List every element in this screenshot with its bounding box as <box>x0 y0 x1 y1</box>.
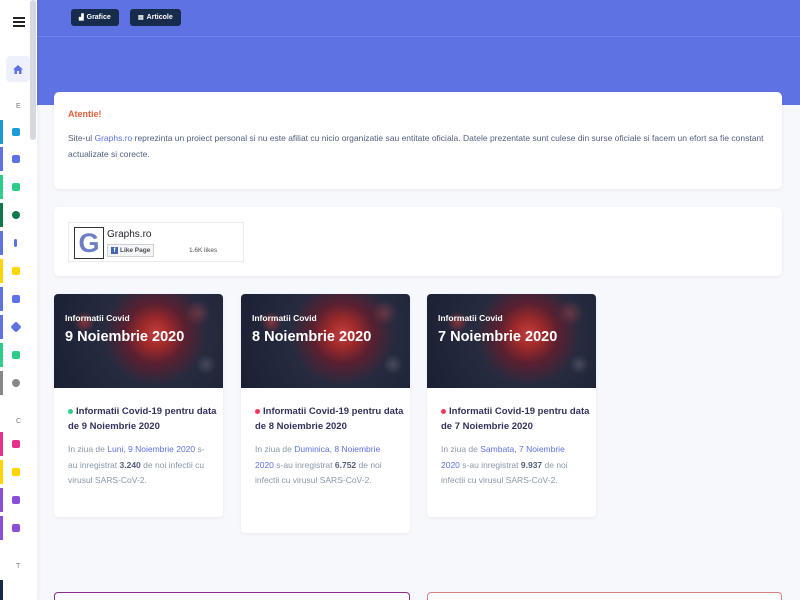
column-chart-icon <box>11 524 20 532</box>
virus-icon <box>11 211 20 219</box>
status-dot <box>255 408 260 414</box>
map-icon <box>11 295 20 303</box>
news-summary: In ziua de Duminica, 8 Noiembrie 2020 s-… <box>255 444 382 485</box>
sidebar-item-covid[interactable] <box>0 203 31 227</box>
home-icon[interactable] <box>6 56 30 82</box>
grafice-button[interactable]: ▟ Grafice <box>71 9 119 26</box>
status-dot <box>68 408 73 414</box>
news-summary: In ziua de Sambata, 7 Noiembrie 2020 s-a… <box>441 444 568 485</box>
sidebar-item-map[interactable] <box>0 287 31 311</box>
sidebar-item-info[interactable] <box>0 231 31 255</box>
graphs-logo: G <box>74 227 104 259</box>
user-check-icon <box>11 351 20 359</box>
keyboard-icon: ▤ <box>138 15 144 21</box>
news-title[interactable]: Informatii Covid-19 pentru data de 8 Noi… <box>255 404 405 434</box>
sidebar-item-deaths[interactable] <box>0 371 31 395</box>
graphs-link[interactable]: Graphs.ro <box>94 133 132 143</box>
sidebar-item-calendar[interactable] <box>0 488 31 512</box>
status-dot <box>441 408 446 414</box>
bottom-card <box>427 592 782 600</box>
skull-icon <box>11 379 20 387</box>
line-chart-icon <box>11 267 20 275</box>
news-card[interactable]: Informatii Covid 9 Noiembrie 2020 Inform… <box>54 294 223 517</box>
sidebar-section-label: T <box>16 563 21 570</box>
news-summary: In ziua de Luni, 9 Noiembrie 2020 s-au i… <box>68 444 205 485</box>
news-image: Informatii Covid 8 Noiembrie 2020 <box>241 294 410 388</box>
sidebar-item-more[interactable] <box>0 580 31 600</box>
newspaper-icon <box>11 155 20 163</box>
news-image: Informatii Covid 7 Noiembrie 2020 <box>427 294 596 388</box>
sidebar-item-monitor[interactable] <box>0 432 31 456</box>
info-icon <box>14 239 17 247</box>
facebook-like-button[interactable]: f Like Page <box>107 244 155 257</box>
sidebar-item-trend[interactable] <box>0 259 31 283</box>
sidebar-item-recovered[interactable] <box>0 343 31 367</box>
sidebar-item-rss[interactable] <box>0 120 31 144</box>
monitor-icon <box>11 440 20 448</box>
sidebar: E C T <box>0 0 37 600</box>
hamburger-icon[interactable] <box>13 17 25 27</box>
bottom-card <box>54 592 410 600</box>
facebook-card: G Graphs.ro f Like Page 1.6K likes <box>54 207 782 276</box>
news-card[interactable]: Informatii Covid 7 Noiembrie 2020 Inform… <box>427 294 596 517</box>
sidebar-scrollbar[interactable] <box>30 0 36 140</box>
sidebar-item-diamond[interactable] <box>0 315 31 339</box>
facebook-page-name[interactable]: Graphs.ro <box>107 229 151 240</box>
bar-chart-icon <box>11 183 20 191</box>
header-divider <box>37 36 800 37</box>
alert-title: Atentie! <box>68 109 102 119</box>
facebook-like-count: 1.6K likes <box>189 247 218 254</box>
news-title[interactable]: Informatii Covid-19 pentru data de 7 Noi… <box>441 404 591 434</box>
sidebar-item-articles[interactable] <box>0 147 31 171</box>
alert-text: Site-ul Graphs.ro reprezinta un proiect … <box>68 133 764 159</box>
alert-card: Atentie! Site-ul Graphs.ro reprezinta un… <box>54 92 782 189</box>
news-image: Informatii Covid 9 Noiembrie 2020 <box>54 294 223 388</box>
sidebar-item-stats[interactable] <box>0 175 31 199</box>
chart-icon: ▟ <box>79 15 84 21</box>
sidebar-item-trend2[interactable] <box>0 460 31 484</box>
facebook-page-widget[interactable]: G Graphs.ro f Like Page 1.6K likes <box>68 222 244 262</box>
trend-icon <box>11 468 20 476</box>
calendar-icon <box>11 496 20 504</box>
sidebar-section-label: E <box>16 103 21 110</box>
sidebar-section-label: C <box>16 418 22 425</box>
facebook-icon: f <box>111 247 118 254</box>
sidebar-item-columns[interactable] <box>0 516 31 540</box>
news-card[interactable]: Informatii Covid 8 Noiembrie 2020 Inform… <box>241 294 410 533</box>
rss-icon <box>11 128 20 136</box>
diamond-icon <box>9 321 22 333</box>
news-title[interactable]: Informatii Covid-19 pentru data de 9 Noi… <box>68 404 218 434</box>
articole-button[interactable]: ▤ Articole <box>130 9 181 26</box>
